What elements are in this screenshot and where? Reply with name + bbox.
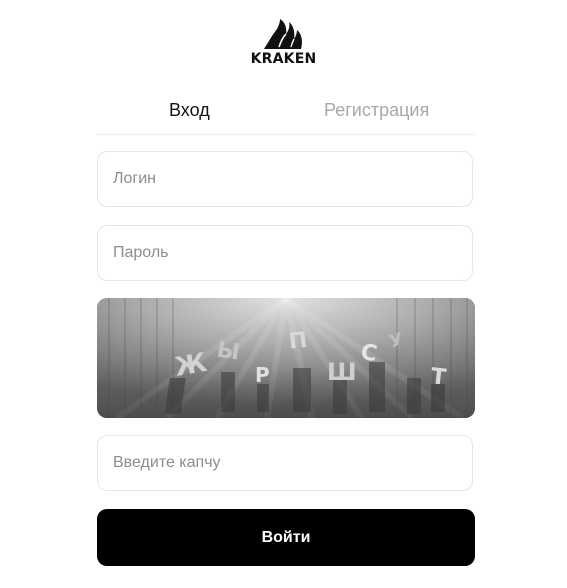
login-button[interactable]: Войти [97, 509, 475, 566]
captcha-letter: Р [255, 363, 270, 387]
captcha-field[interactable] [97, 435, 473, 491]
tab-register[interactable]: Регистрация [324, 100, 429, 121]
captcha-letter: Ы [215, 338, 241, 366]
captcha-letter: Т [430, 364, 448, 390]
captcha-letter: Ш [327, 358, 357, 386]
captcha-image: Ж Ы Р П Ш С У Т [97, 298, 475, 418]
captcha-letter: П [288, 328, 309, 355]
tab-login[interactable]: Вход [169, 100, 210, 121]
captcha-letter: Ж [173, 348, 210, 383]
brand-logo: KRAKEN [0, 17, 567, 67]
logo-text: KRAKEN [250, 51, 317, 67]
password-field[interactable] [97, 225, 473, 281]
kraken-logo-icon [263, 19, 302, 49]
auth-tabs: Вход Регистрация [97, 96, 475, 135]
login-field[interactable] [97, 151, 473, 207]
